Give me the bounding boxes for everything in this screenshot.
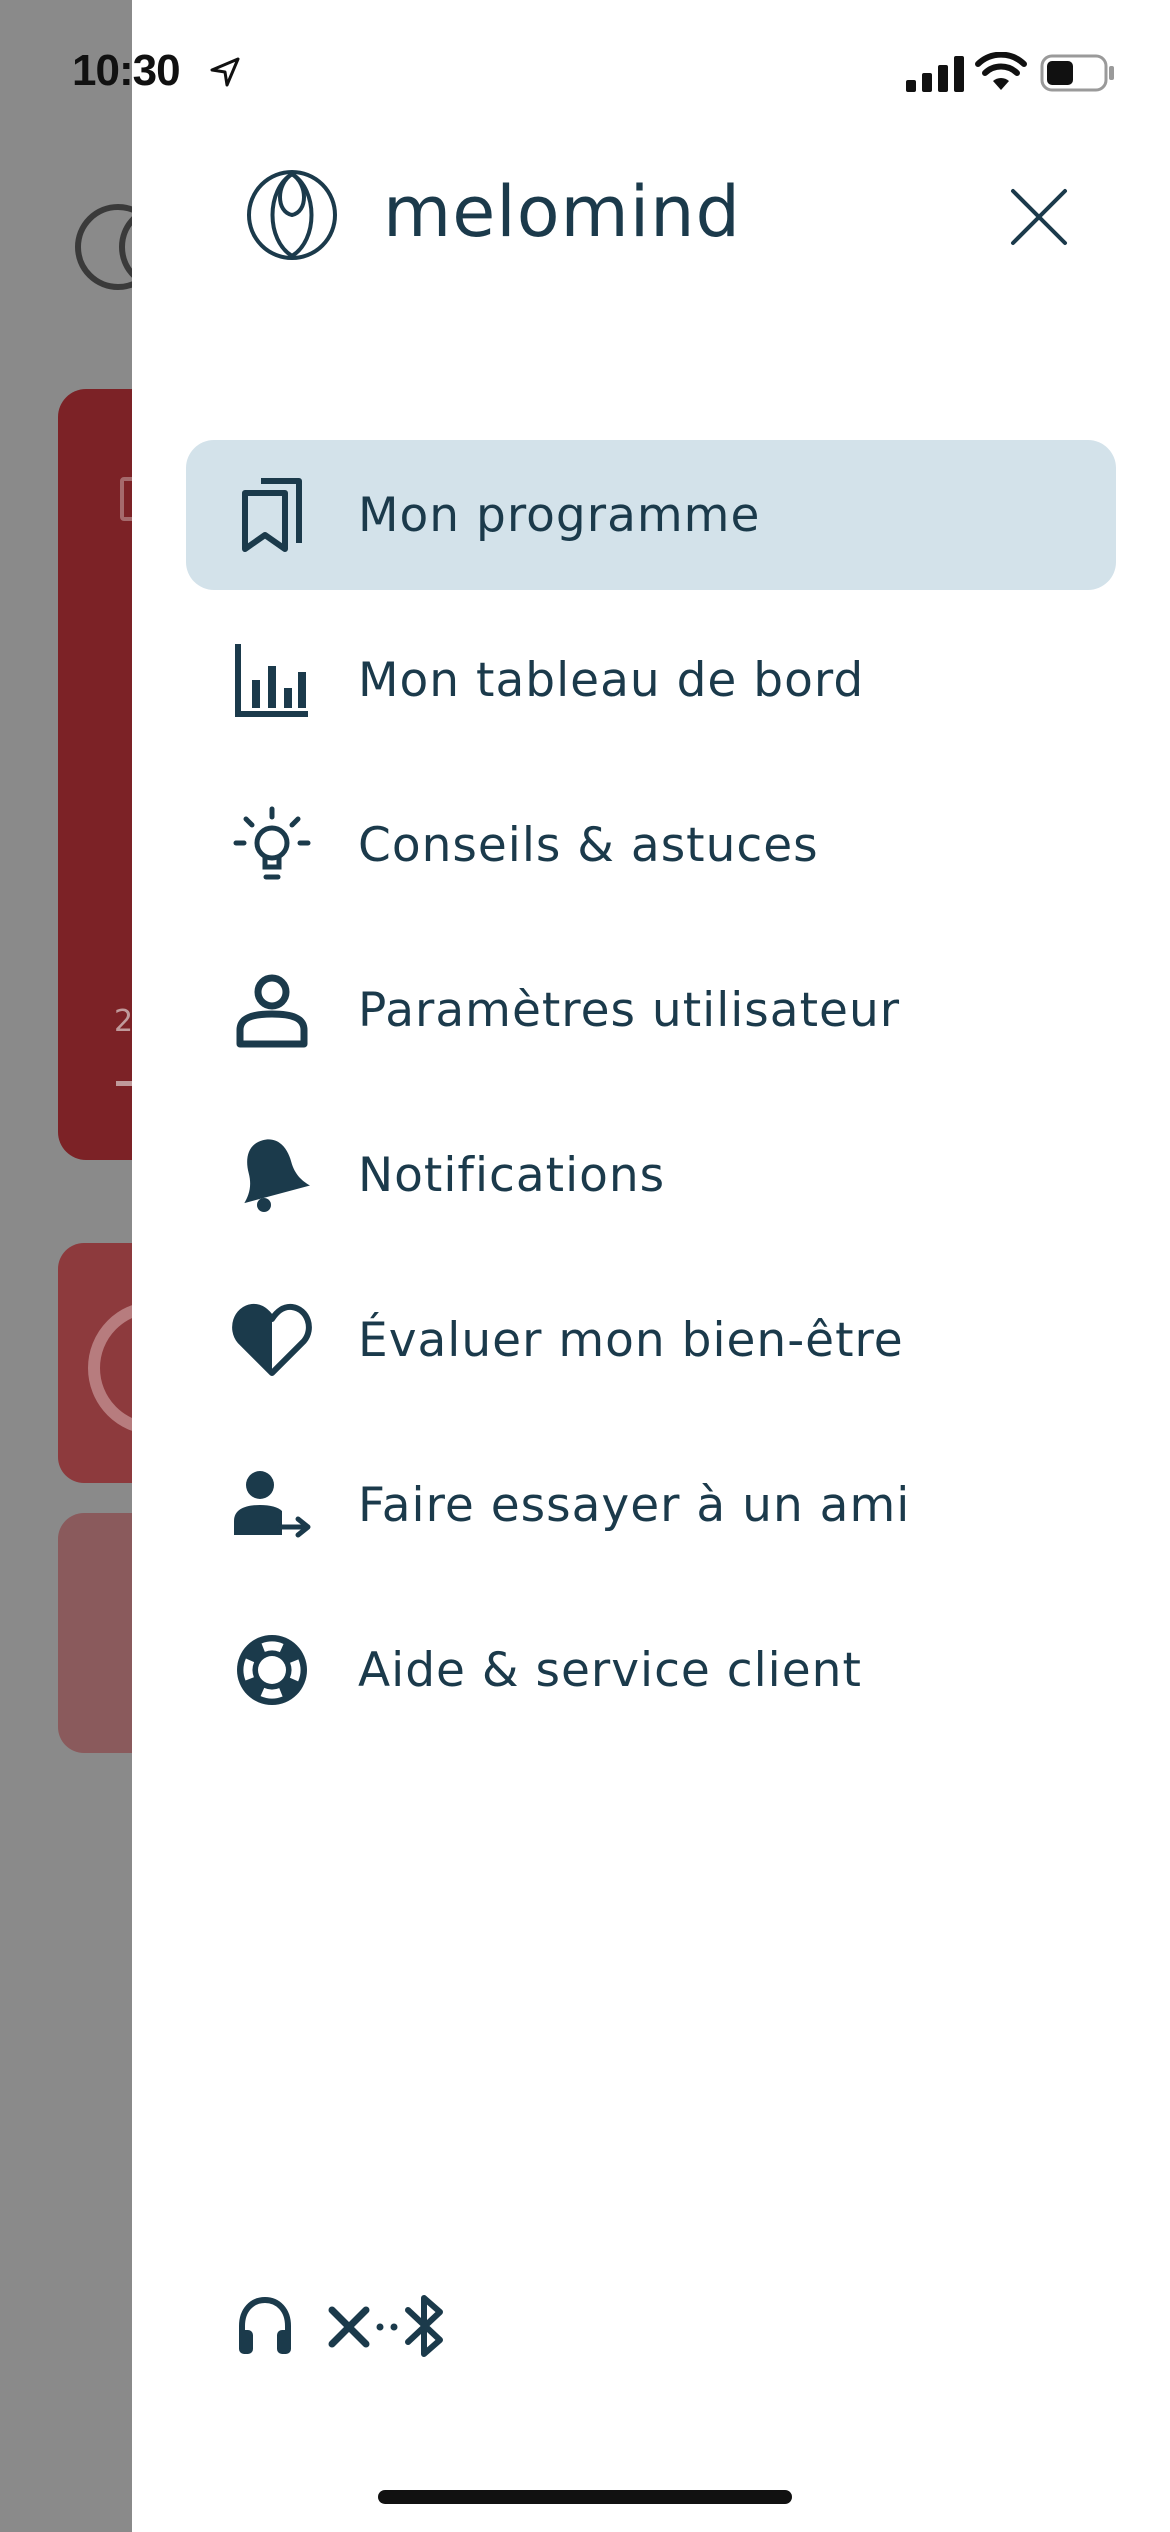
- wifi-icon: [975, 52, 1027, 90]
- user-icon: [232, 970, 312, 1050]
- menu-item-label: Aide & service client: [358, 1642, 862, 1698]
- menu-item-label: Mon programme: [358, 487, 761, 543]
- headphones-icon: [239, 2296, 291, 2354]
- user-share-icon: [232, 1465, 312, 1545]
- brand-header: melomind: [238, 168, 740, 268]
- bluetooth-disconnected-icon: [328, 2295, 443, 2357]
- location-arrow-icon: [210, 57, 240, 87]
- menu-item-notifications[interactable]: Notifications: [186, 1100, 1116, 1250]
- menu-item-evaluer-bien-etre[interactable]: Évaluer mon bien-être: [186, 1265, 1116, 1415]
- menu-item-label: Notifications: [358, 1147, 666, 1203]
- menu-item-label: Faire essayer à un ami: [358, 1477, 911, 1533]
- brand-name: melomind: [383, 171, 741, 253]
- bar-chart-icon: [232, 640, 312, 720]
- menu-item-aide-service-client[interactable]: Aide & service client: [186, 1595, 1116, 1745]
- status-bar: 10:30: [0, 0, 1170, 140]
- bell-icon: [232, 1135, 312, 1215]
- menu-item-label: Conseils & astuces: [358, 817, 819, 873]
- menu-item-label: Paramètres utilisateur: [358, 982, 901, 1038]
- lifebuoy-icon: [232, 1630, 312, 1710]
- close-icon[interactable]: [1003, 181, 1075, 253]
- menu-item-parametres-utilisateur[interactable]: Paramètres utilisateur: [186, 935, 1116, 1085]
- lightbulb-icon: [232, 805, 312, 885]
- menu-item-label: Évaluer mon bien-être: [358, 1312, 904, 1368]
- home-indicator[interactable]: [378, 2490, 792, 2504]
- menu-item-mon-programme[interactable]: Mon programme: [186, 440, 1116, 590]
- menu-item-mon-tableau-de-bord[interactable]: Mon tableau de bord: [186, 605, 1116, 755]
- status-time: 10:30: [72, 46, 181, 95]
- menu-item-faire-essayer-ami[interactable]: Faire essayer à un ami: [186, 1430, 1116, 1580]
- device-status[interactable]: [236, 2290, 456, 2362]
- bookmark-icon: [232, 475, 312, 555]
- menu-item-label: Mon tableau de bord: [358, 652, 865, 708]
- app-screen: 2 10:30 melomind Mon programme Mon table…: [0, 0, 1170, 2532]
- menu-item-conseils-astuces[interactable]: Conseils & astuces: [186, 770, 1116, 920]
- drawer-menu: Mon programme Mon tableau de bord Consei…: [186, 440, 1116, 1760]
- cellular-signal-icon: [906, 56, 964, 92]
- melomind-logo-icon: [247, 170, 337, 260]
- heart-icon: [232, 1300, 312, 1380]
- battery-icon: [1040, 54, 1114, 92]
